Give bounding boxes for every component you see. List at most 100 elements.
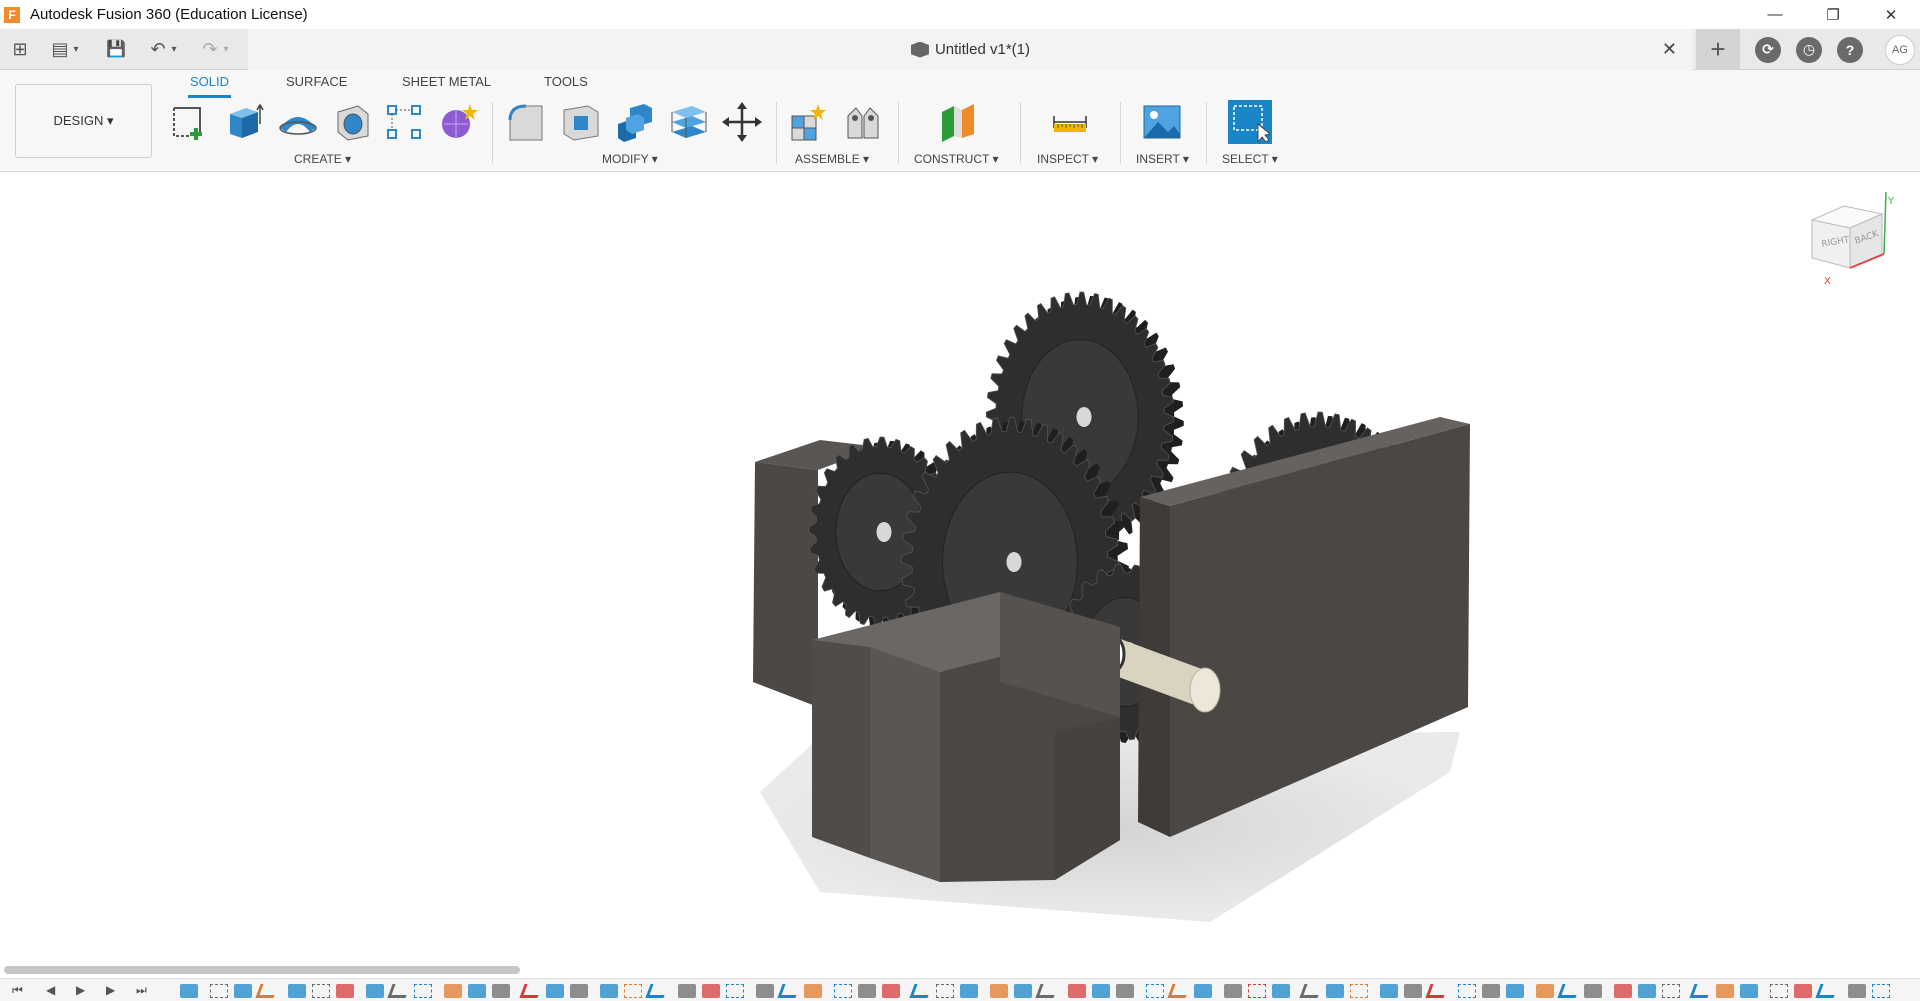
- shell-tool-icon[interactable]: [666, 100, 710, 144]
- timeline-prev-button[interactable]: ◀: [46, 983, 55, 997]
- modify-group-label[interactable]: MODIFY ▾: [602, 152, 658, 166]
- timeline-feature-icon[interactable]: [1068, 984, 1086, 998]
- timeline-feature-icon[interactable]: [1716, 984, 1734, 998]
- timeline-feature-icon[interactable]: [1740, 984, 1758, 998]
- insert-group-label[interactable]: INSERT ▾: [1136, 152, 1189, 166]
- timeline-feature-icon[interactable]: [1350, 984, 1368, 998]
- hole-tool-icon[interactable]: [330, 100, 374, 144]
- redo-icon[interactable]: ↷: [198, 37, 222, 61]
- front-housing-block[interactable]: [812, 592, 1120, 882]
- timeline-feature-icon[interactable]: [468, 984, 486, 998]
- create-group-label[interactable]: CREATE ▾: [294, 152, 351, 166]
- save-icon[interactable]: 💾: [104, 37, 128, 61]
- gearbox-model[interactable]: [0, 172, 1920, 970]
- timeline-feature-icon[interactable]: [1167, 984, 1191, 998]
- timeline-feature-icon[interactable]: [1224, 984, 1242, 998]
- timeline-feature-icon[interactable]: [678, 984, 696, 998]
- assemble-group-label[interactable]: ASSEMBLE ▾: [795, 152, 869, 166]
- timeline-feature-icon[interactable]: [1506, 984, 1524, 998]
- restore-button[interactable]: ❐: [1804, 0, 1862, 29]
- timeline-scrollbar[interactable]: [4, 966, 520, 974]
- extrude-tool-icon[interactable]: [222, 100, 266, 144]
- tab-surface[interactable]: SURFACE: [284, 74, 349, 95]
- document-tab[interactable]: Untitled v1*(1) ✕: [248, 29, 1693, 70]
- tab-sheet-metal[interactable]: SHEET METAL: [400, 74, 493, 95]
- timeline-feature-icon[interactable]: [858, 984, 876, 998]
- timeline-feature-icon[interactable]: [180, 984, 198, 998]
- timeline-feature-icon[interactable]: [600, 984, 618, 998]
- timeline-feature-icon[interactable]: [756, 984, 774, 998]
- undo-icon[interactable]: ↶: [146, 37, 170, 61]
- timeline-feature-icon[interactable]: [777, 984, 801, 998]
- timeline-feature-icon[interactable]: [645, 984, 669, 998]
- redo-dropdown-icon[interactable]: ▾: [220, 37, 232, 61]
- user-avatar[interactable]: AG: [1885, 34, 1915, 65]
- new-component-tool-icon[interactable]: [786, 100, 830, 144]
- timeline-feature-icon[interactable]: [1458, 984, 1476, 998]
- close-window-button[interactable]: ✕: [1862, 0, 1920, 29]
- timeline-feature-icon[interactable]: [936, 984, 954, 998]
- timeline-next-button[interactable]: ▶: [106, 983, 115, 997]
- timeline-last-button[interactable]: ⏭: [136, 983, 147, 998]
- timeline-feature-icon[interactable]: [546, 984, 564, 998]
- timeline-feature-icon[interactable]: [288, 984, 306, 998]
- data-panel-grid-icon[interactable]: ⊞: [8, 37, 32, 61]
- help-icon[interactable]: ?: [1837, 36, 1863, 63]
- timeline-feature-icon[interactable]: [1326, 984, 1344, 998]
- timeline-first-button[interactable]: ⏮: [12, 983, 23, 998]
- design-canvas[interactable]: RIGHT BACK X Y: [0, 172, 1920, 970]
- timeline-feature-icon[interactable]: [1092, 984, 1110, 998]
- joint-tool-icon[interactable]: [840, 100, 884, 144]
- timeline-feature-icon[interactable]: [909, 984, 933, 998]
- timeline-feature-icon[interactable]: [1872, 984, 1890, 998]
- timeline-feature-icon[interactable]: [234, 984, 252, 998]
- timeline-feature-icon[interactable]: [1794, 984, 1812, 998]
- timeline-feature-icon[interactable]: [1248, 984, 1266, 998]
- timeline-feature-icon[interactable]: [387, 984, 411, 998]
- job-status-icon[interactable]: ⟳: [1755, 36, 1781, 63]
- inspect-group-label[interactable]: INSPECT ▾: [1037, 152, 1098, 166]
- revolve-tool-icon[interactable]: [276, 100, 320, 144]
- offset-plane-tool-icon[interactable]: [936, 100, 980, 144]
- timeline-feature-icon[interactable]: [519, 984, 543, 998]
- timeline-feature-icon[interactable]: [990, 984, 1008, 998]
- create-form-tool-icon[interactable]: [436, 100, 480, 144]
- timeline-feature-icon[interactable]: [1662, 984, 1680, 998]
- timeline-feature-icon[interactable]: [312, 984, 330, 998]
- timeline-feature-icon[interactable]: [1584, 984, 1602, 998]
- timeline-feature-icon[interactable]: [1536, 984, 1554, 998]
- insert-canvas-tool-icon[interactable]: [1140, 100, 1184, 144]
- select-group-label[interactable]: SELECT ▾: [1222, 152, 1278, 166]
- minimize-button[interactable]: —: [1746, 0, 1804, 29]
- timeline-feature-icon[interactable]: [960, 984, 978, 998]
- file-dropdown-icon[interactable]: ▾: [70, 37, 82, 61]
- timeline-feature-icon[interactable]: [1848, 984, 1866, 998]
- timeline-feature-icon[interactable]: [1272, 984, 1290, 998]
- timeline-feature-icon[interactable]: [804, 984, 822, 998]
- timeline-feature-icon[interactable]: [1614, 984, 1632, 998]
- timeline-feature-icon[interactable]: [1557, 984, 1581, 998]
- timeline-feature-icon[interactable]: [210, 984, 228, 998]
- viewcube[interactable]: RIGHT BACK X Y: [1800, 191, 1900, 292]
- construct-group-label[interactable]: CONSTRUCT ▾: [914, 152, 998, 166]
- timeline-feature-icon[interactable]: [702, 984, 720, 998]
- timeline-feature-icon[interactable]: [336, 984, 354, 998]
- timeline-feature-icon[interactable]: [834, 984, 852, 998]
- timeline-feature-icon[interactable]: [1116, 984, 1134, 998]
- move-copy-tool-icon[interactable]: [720, 100, 764, 144]
- undo-dropdown-icon[interactable]: ▾: [168, 37, 180, 61]
- timeline-play-button[interactable]: ▶: [76, 983, 85, 997]
- timeline-feature-icon[interactable]: [1638, 984, 1656, 998]
- timeline-feature-icon[interactable]: [726, 984, 744, 998]
- close-document-icon[interactable]: ✕: [1662, 39, 1677, 60]
- pattern-tool-icon[interactable]: [382, 100, 426, 144]
- timeline-feature-icon[interactable]: [1380, 984, 1398, 998]
- timeline-feature-icon[interactable]: [366, 984, 384, 998]
- timeline-feature-icon[interactable]: [1815, 984, 1839, 998]
- timeline-feature-icon[interactable]: [414, 984, 432, 998]
- timeline-feature-icon[interactable]: [492, 984, 510, 998]
- timeline-feature-icon[interactable]: [1689, 984, 1713, 998]
- timeline-feature-icon[interactable]: [1146, 984, 1164, 998]
- timeline-feature-icon[interactable]: [624, 984, 642, 998]
- select-tool-icon[interactable]: [1228, 100, 1272, 144]
